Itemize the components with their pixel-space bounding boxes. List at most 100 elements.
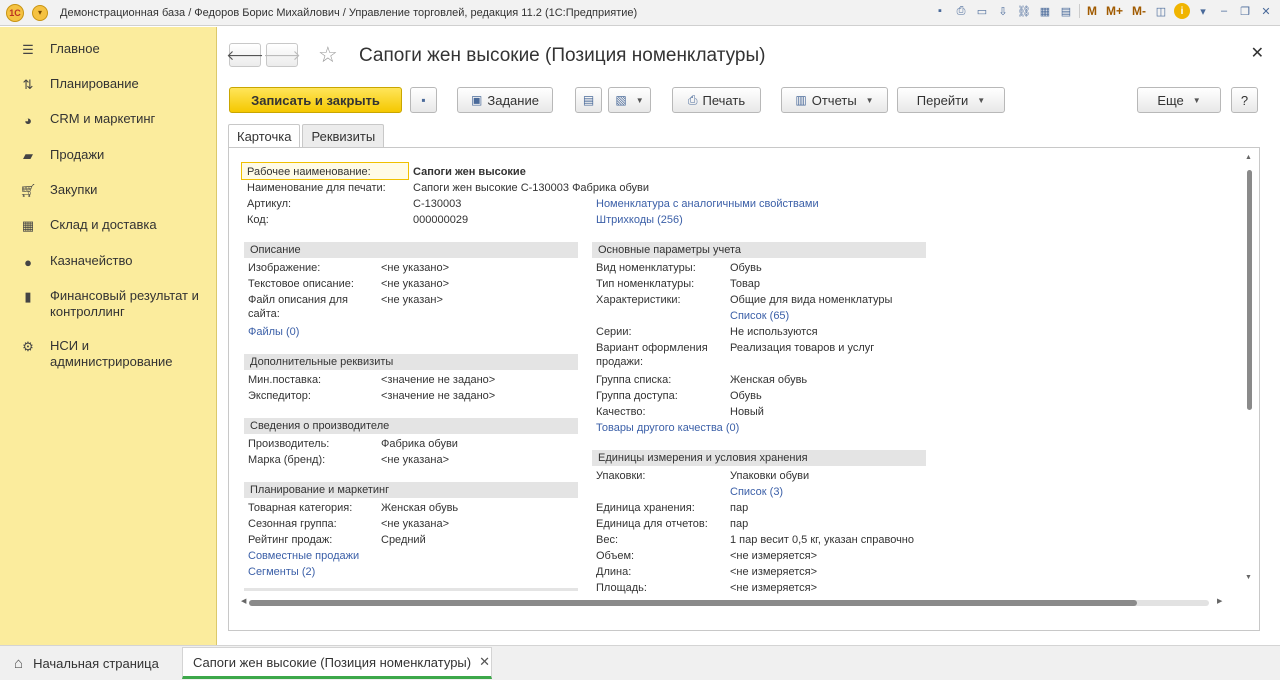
image-field[interactable]: <не указано>: [381, 261, 449, 275]
forwarder-field[interactable]: <значение не задано>: [381, 389, 495, 403]
storage-unit-label: Единица хранения:: [596, 502, 695, 514]
horizontal-scrollbar[interactable]: ◀ ▶: [241, 597, 1227, 607]
preview-icon[interactable]: ▭: [974, 3, 990, 19]
manufacturer-field[interactable]: Фабрика обуви: [381, 437, 458, 451]
similar-items-link[interactable]: Номенклатура с аналогичными свойствами: [596, 197, 819, 211]
save-button[interactable]: ▪: [410, 87, 437, 113]
list-group-field[interactable]: Женская обувь: [730, 373, 807, 387]
packages-field[interactable]: Упаковки обуви: [730, 469, 809, 483]
characteristics-list-link[interactable]: Список (65): [730, 309, 789, 323]
sidebar-item-purchases[interactable]: 🛒︎ Закупки: [0, 182, 107, 199]
season-field[interactable]: <не указана>: [381, 517, 449, 531]
memory-m-button[interactable]: M: [1085, 3, 1099, 19]
vertical-scrollbar[interactable]: ▲ ▼: [1245, 154, 1253, 586]
scroll-up-icon[interactable]: ▲: [1245, 154, 1252, 161]
scroll-left-icon[interactable]: ◀: [241, 597, 246, 605]
task-button[interactable]: ▣ Задание: [457, 87, 553, 113]
min-supply-field[interactable]: <значение не задано>: [381, 373, 495, 387]
home-icon: ⌂: [14, 654, 24, 672]
scroll-thumb[interactable]: [1247, 170, 1252, 410]
back-button[interactable]: 🡐: [226, 43, 264, 67]
link-icon[interactable]: ⛓: [1016, 3, 1032, 19]
site-file-field[interactable]: <не указан>: [381, 293, 443, 307]
app-logo-icon[interactable]: 1С: [6, 3, 24, 22]
tab-requisites[interactable]: Реквизиты: [302, 124, 385, 147]
characteristics-field[interactable]: Общие для вида номенклатуры: [730, 293, 892, 307]
area-field[interactable]: <не измеряется>: [730, 581, 817, 595]
segments-link[interactable]: Сегменты (2): [248, 565, 315, 579]
info-icon[interactable]: i: [1174, 3, 1190, 19]
category-field[interactable]: Женская обувь: [381, 501, 458, 515]
goto-button[interactable]: Перейти ▼: [897, 87, 1005, 113]
rating-field[interactable]: Средний: [381, 533, 426, 547]
chevron-down-icon: ▼: [977, 95, 986, 105]
window-icon[interactable]: ◫: [1153, 3, 1169, 19]
brand-field[interactable]: <не указана>: [381, 453, 449, 467]
sidebar-item-admin[interactable]: ⚙ НСИ и администрирование: [0, 338, 200, 370]
close-form-icon[interactable]: ✕: [1251, 43, 1264, 63]
text-description-field[interactable]: <не указано>: [381, 277, 449, 291]
print-button[interactable]: ⎙ Печать: [672, 87, 761, 113]
minimize-icon[interactable]: –: [1216, 3, 1232, 19]
calendar-icon[interactable]: ▤: [1058, 3, 1074, 19]
main-menu-icon[interactable]: ▾: [32, 4, 48, 21]
sidebar-item-planning[interactable]: ⇅ Планирование: [0, 76, 149, 93]
print-name-label: Наименование для печати:: [247, 182, 386, 194]
sidebar-item-warehouse[interactable]: ▦ Склад и доставка: [0, 217, 167, 234]
quality-field[interactable]: Новый: [730, 405, 764, 419]
site-file-label-2: сайта:: [248, 308, 280, 320]
code-field[interactable]: 000000029: [413, 213, 468, 227]
scroll-right-icon[interactable]: ▶: [1217, 597, 1222, 605]
document-icon: ▤: [582, 93, 595, 107]
reports-button[interactable]: ▥ Отчеты ▼: [781, 87, 888, 113]
scroll-thumb[interactable]: [249, 600, 1137, 606]
close-icon[interactable]: ✕: [1258, 3, 1274, 19]
calculator-icon[interactable]: ▦: [1037, 3, 1053, 19]
files-link[interactable]: Файлы (0): [248, 325, 299, 339]
access-group-field[interactable]: Обувь: [730, 389, 762, 403]
document-button[interactable]: ▤: [575, 87, 602, 113]
tab-card[interactable]: Карточка: [228, 124, 301, 147]
download-icon[interactable]: ⇩: [995, 3, 1011, 19]
help-button[interactable]: ?: [1231, 87, 1258, 113]
sidebar-item-treasury[interactable]: ● Казначейство: [0, 253, 142, 270]
print-icon[interactable]: ⎙: [953, 3, 969, 19]
chevron-down-icon[interactable]: ▾: [1195, 3, 1211, 19]
print-name-field[interactable]: Сапоги жен высокие С-130003 Фабрика обув…: [413, 181, 649, 195]
document-tab[interactable]: Сапоги жен высокие (Позиция номенклатуры…: [182, 647, 492, 679]
create-based-on-button[interactable]: ▧ ▼: [608, 87, 651, 113]
report-unit-field[interactable]: пар: [730, 517, 748, 531]
scroll-down-icon[interactable]: ▼: [1245, 574, 1252, 581]
sidebar-item-crm[interactable]: ◕ CRM и маркетинг: [0, 111, 165, 128]
barcodes-link[interactable]: Штрихкоды (256): [596, 213, 683, 227]
work-name-field[interactable]: Сапоги жен высокие: [413, 165, 526, 179]
coin-icon: ●: [24, 254, 32, 270]
article-field[interactable]: С-130003: [413, 197, 461, 211]
item-type-field[interactable]: Товар: [730, 277, 760, 291]
restore-icon[interactable]: ❐: [1237, 3, 1253, 19]
sidebar-item-sales[interactable]: ▰ Продажи: [0, 147, 114, 164]
other-quality-link[interactable]: Товары другого качества (0): [596, 421, 739, 435]
memory-plus-button[interactable]: M+: [1104, 3, 1125, 19]
volume-field[interactable]: <не измеряется>: [730, 549, 817, 563]
home-tab-label: Начальная страница: [33, 655, 159, 671]
save-close-button[interactable]: Записать и закрыть: [229, 87, 402, 113]
more-button[interactable]: Еще ▼: [1137, 87, 1221, 113]
memory-minus-button[interactable]: M-: [1130, 3, 1148, 19]
forward-button[interactable]: 🡒: [263, 43, 301, 67]
weight-field[interactable]: 1 пар весит 0,5 кг, указан справочно: [730, 533, 914, 547]
close-tab-icon[interactable]: ✕: [479, 654, 490, 670]
sidebar-item-main[interactable]: ☰ Главное: [0, 41, 110, 58]
length-field[interactable]: <не измеряется>: [730, 565, 817, 579]
item-kind-field[interactable]: Обувь: [730, 261, 762, 275]
series-field[interactable]: Не используются: [730, 325, 818, 339]
favorite-star-icon[interactable]: ☆: [318, 42, 338, 68]
home-tab[interactable]: ⌂ Начальная страница: [0, 646, 173, 680]
sale-variant-field[interactable]: Реализация товаров и услуг: [730, 341, 874, 355]
print-label: Печать: [702, 92, 746, 108]
packages-list-link[interactable]: Список (3): [730, 485, 783, 499]
save-icon[interactable]: ▪: [932, 3, 948, 19]
joint-sales-link[interactable]: Совместные продажи: [248, 549, 359, 563]
storage-unit-field[interactable]: пар: [730, 501, 748, 515]
sidebar-item-finance[interactable]: ▮ Финансовый результат и контроллинг: [0, 288, 220, 320]
